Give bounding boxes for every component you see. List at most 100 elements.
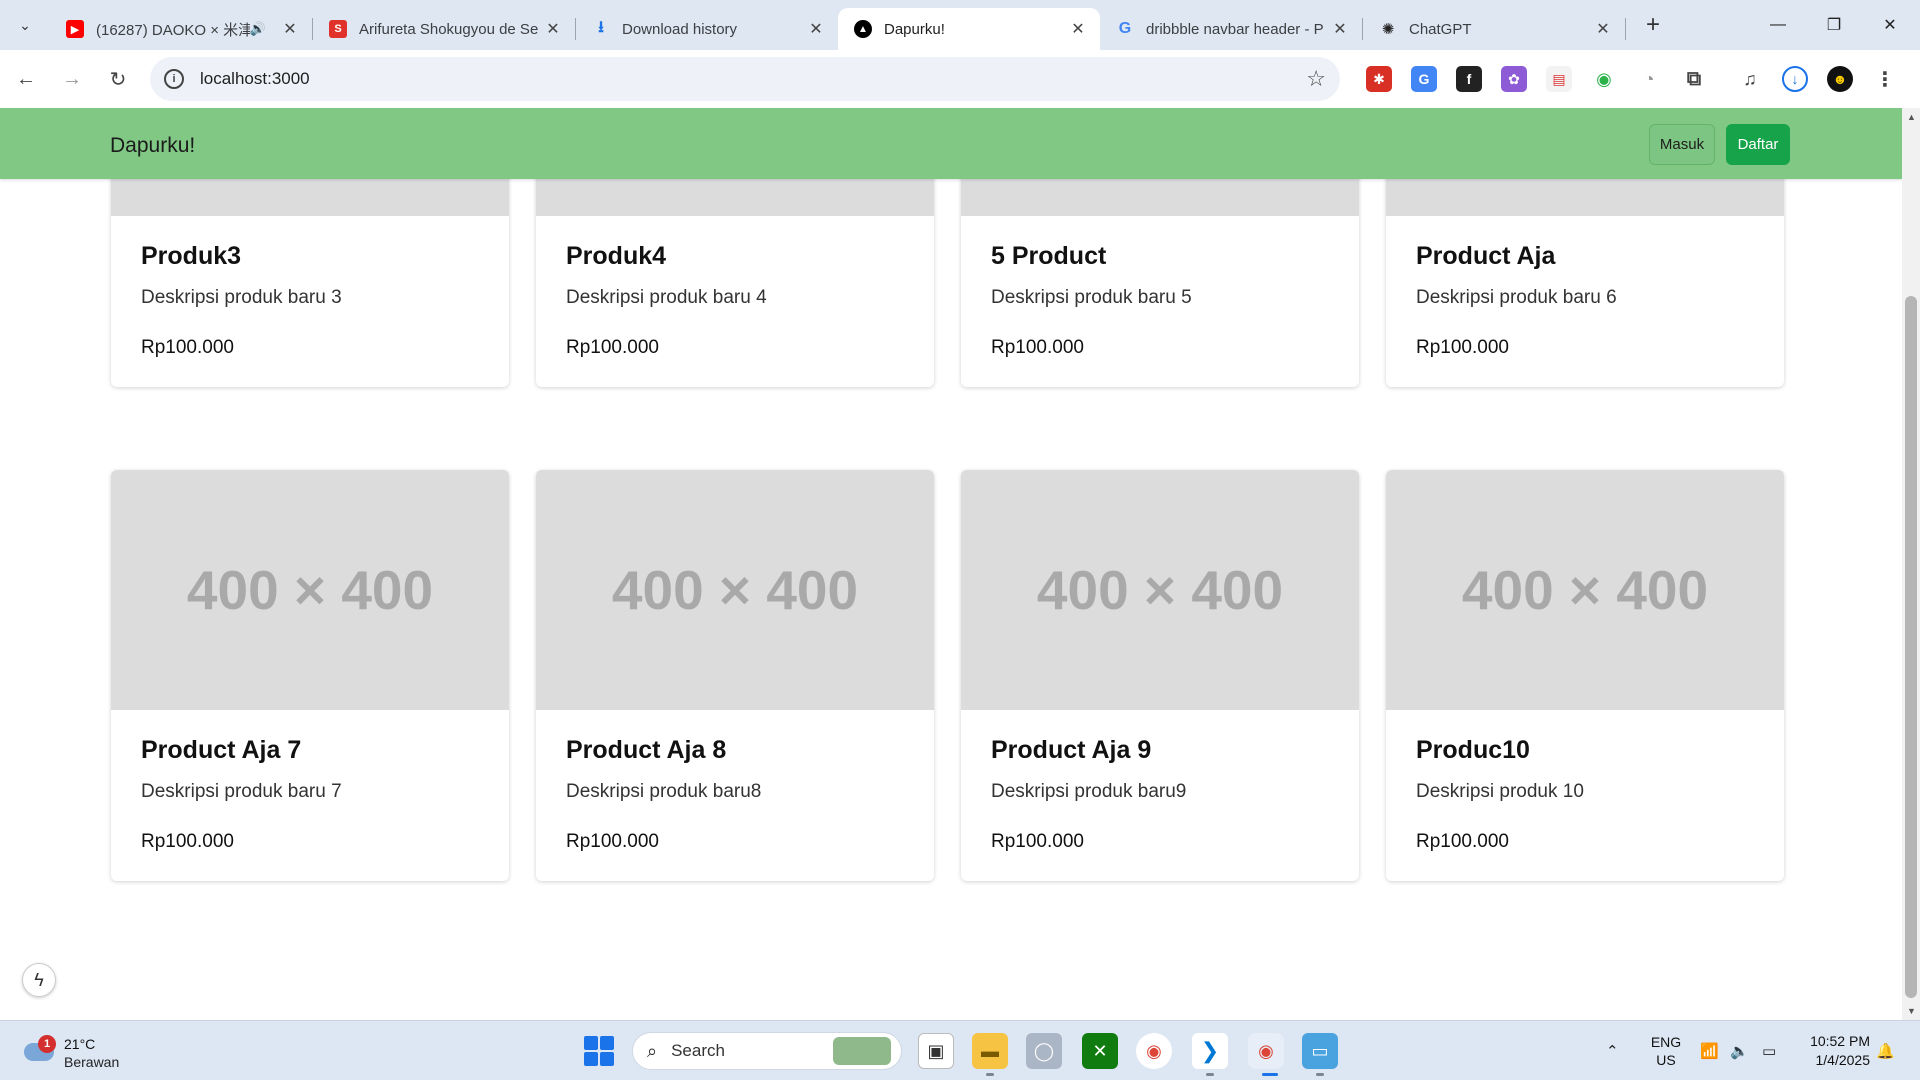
scrollbar-thumb[interactable]: [1905, 296, 1917, 998]
gear-extension-icon[interactable]: ✿: [1501, 66, 1527, 92]
product-description: Deskripsi produk 10: [1416, 781, 1584, 802]
youtube-icon: ▶: [66, 20, 84, 38]
xbox-icon[interactable]: ✕: [1082, 1033, 1118, 1069]
language-indicator[interactable]: ENG US: [1648, 1033, 1684, 1069]
product-image: 400 × 400: [111, 470, 509, 710]
region-code: US: [1656, 1052, 1676, 1068]
notification-bell-icon[interactable]: 🔔: [1876, 1021, 1895, 1080]
product-card[interactable]: 400 × 400 Product Aja 8 Deskripsi produk…: [536, 470, 934, 881]
eye-extension-icon[interactable]: ◉: [1591, 66, 1617, 92]
taskbar-search[interactable]: ⌕ Search: [632, 1032, 902, 1070]
battery-icon[interactable]: ▭: [1762, 1021, 1776, 1080]
tab-title: Arifureta Shokugyou de Se: [359, 20, 539, 38]
product-name: Produk4: [566, 242, 667, 270]
google-translate-icon[interactable]: G: [1411, 66, 1437, 92]
login-button[interactable]: Masuk: [1649, 124, 1715, 165]
system-clock[interactable]: 10:52 PM 1/4/2025: [1800, 1032, 1870, 1070]
site-info-icon[interactable]: i: [164, 69, 184, 89]
browser-menu-icon[interactable]: ⋮: [1872, 66, 1898, 92]
address-bar[interactable]: i localhost:3000 ☆: [150, 57, 1340, 101]
download-icon: ⭳: [598, 18, 604, 36]
close-icon[interactable]: ✕: [543, 19, 563, 39]
tab-title: dribbble navbar header - P: [1146, 20, 1324, 38]
running-indicator: [1316, 1073, 1324, 1076]
tab-download-history[interactable]: ⭳ Download history ✕: [576, 8, 838, 50]
window-close-icon[interactable]: ✕: [1862, 0, 1918, 50]
product-description: Deskripsi produk baru 5: [991, 287, 1192, 308]
terminal-icon[interactable]: ▭: [1302, 1033, 1338, 1069]
bookmark-star-icon[interactable]: ☆: [1306, 66, 1326, 92]
tab-dribbble-search[interactable]: G dribbble navbar header - P ✕: [1100, 8, 1362, 50]
product-price: Rp100.000: [991, 337, 1084, 358]
product-price: Rp100.000: [566, 337, 659, 358]
page-scrollbar[interactable]: ▲ ▼: [1902, 108, 1920, 1020]
speaker-icon[interactable]: 🔊: [250, 21, 266, 37]
tab-chatgpt[interactable]: ✺ ChatGPT ✕: [1363, 8, 1625, 50]
profile-avatar-icon[interactable]: ☻: [1827, 66, 1853, 92]
tab-title: Dapurku!: [884, 20, 945, 38]
tab-strip: ⌄ ▶ (16287) DAOKO × 米津 🔊 ✕ S Arifureta S…: [0, 0, 1920, 50]
scroll-down-icon[interactable]: ▼: [1907, 1006, 1916, 1016]
language-code: ENG: [1650, 1034, 1682, 1050]
chrome-profile-icon[interactable]: ◉: [1248, 1033, 1284, 1069]
running-indicator: [986, 1073, 994, 1076]
volume-icon[interactable]: 🔈: [1730, 1021, 1749, 1080]
product-price: Rp100.000: [1416, 831, 1509, 852]
minimize-icon[interactable]: —: [1750, 0, 1806, 50]
product-card[interactable]: 400 × 400 Product Aja 9 Deskripsi produk…: [961, 470, 1359, 881]
tab-search-button[interactable]: ⌄: [8, 8, 42, 42]
close-icon[interactable]: ✕: [1068, 19, 1088, 39]
restore-icon[interactable]: ❐: [1806, 0, 1862, 50]
site-brand[interactable]: Dapurku!: [110, 134, 195, 158]
product-description: Deskripsi produk baru 3: [141, 287, 342, 308]
product-description: Deskripsi produk baru 6: [1416, 287, 1617, 308]
extension-red-icon[interactable]: ✱: [1366, 66, 1392, 92]
chrome-icon[interactable]: ◉: [1136, 1033, 1172, 1069]
triangle-logo-icon: ▲: [854, 20, 872, 38]
clock-time: 10:52 PM: [1810, 1033, 1870, 1049]
product-card[interactable]: 400 × 400 Produc10 Deskripsi produk 10 R…: [1386, 470, 1784, 881]
forward-icon[interactable]: →: [52, 59, 92, 99]
tab-title: (16287) DAOKO × 米津: [96, 21, 250, 39]
register-button[interactable]: Daftar: [1726, 124, 1790, 165]
task-view-icon[interactable]: ▣: [918, 1033, 954, 1069]
close-icon[interactable]: ✕: [1330, 19, 1350, 39]
chevron-up-icon[interactable]: ⌃: [1606, 1021, 1619, 1080]
lightning-devtools-icon[interactable]: ϟ: [22, 963, 56, 997]
product-description: Deskripsi produk baru 4: [566, 287, 767, 308]
app-icon[interactable]: ◯: [1026, 1033, 1062, 1069]
close-icon[interactable]: ✕: [1593, 19, 1613, 39]
product-card[interactable]: 400 × 400 Product Aja 7 Deskripsi produk…: [111, 470, 509, 881]
tab-arifureta[interactable]: S Arifureta Shokugyou de Se ✕: [313, 8, 575, 50]
tab-dapurku[interactable]: ▲ Dapurku! ✕: [838, 8, 1100, 50]
back-icon[interactable]: ←: [6, 59, 46, 99]
close-icon[interactable]: ✕: [280, 19, 300, 39]
weather-temperature: 21°C: [64, 1036, 96, 1052]
site-navbar: Dapurku! Masuk Daftar: [0, 108, 1902, 179]
vscode-icon[interactable]: ❯: [1192, 1033, 1228, 1069]
product-price: Rp100.000: [566, 831, 659, 852]
puzzle-extensions-icon[interactable]: ⧉: [1681, 66, 1707, 92]
new-tab-button[interactable]: +: [1636, 8, 1670, 42]
media-control-icon[interactable]: ♫: [1737, 66, 1763, 92]
font-extension-icon[interactable]: f: [1456, 66, 1482, 92]
timer-extension-icon[interactable]: ◔: [1636, 66, 1662, 92]
url-text[interactable]: localhost:3000: [200, 69, 1306, 89]
calendar-extension-icon[interactable]: ▤: [1546, 66, 1572, 92]
scroll-up-icon[interactable]: ▲: [1907, 112, 1916, 122]
reload-icon[interactable]: ↻: [98, 59, 138, 99]
tab-youtube[interactable]: ▶ (16287) DAOKO × 米津 🔊 ✕: [50, 8, 312, 50]
product-description: Deskripsi produk baru9: [991, 781, 1187, 802]
product-price: Rp100.000: [991, 831, 1084, 852]
weather-widget[interactable]: 1 21°C Berawan: [20, 1029, 130, 1073]
product-name: 5 Product: [991, 242, 1107, 270]
windows-start-icon[interactable]: [584, 1036, 614, 1066]
chatgpt-icon: ✺: [1381, 21, 1395, 38]
download-progress-icon[interactable]: ↓: [1782, 66, 1808, 92]
file-explorer-icon[interactable]: ▬: [972, 1033, 1008, 1069]
product-description: Deskripsi produk baru 7: [141, 781, 342, 802]
close-icon[interactable]: ✕: [806, 19, 826, 39]
product-name: Produc10: [1416, 736, 1530, 764]
windows-taskbar: 1 21°C Berawan ⌕ Search ▣ ▬ ◯ ✕ ◉ ❯ ◉ ▭ …: [0, 1020, 1920, 1080]
wifi-icon[interactable]: 📶: [1700, 1021, 1719, 1080]
